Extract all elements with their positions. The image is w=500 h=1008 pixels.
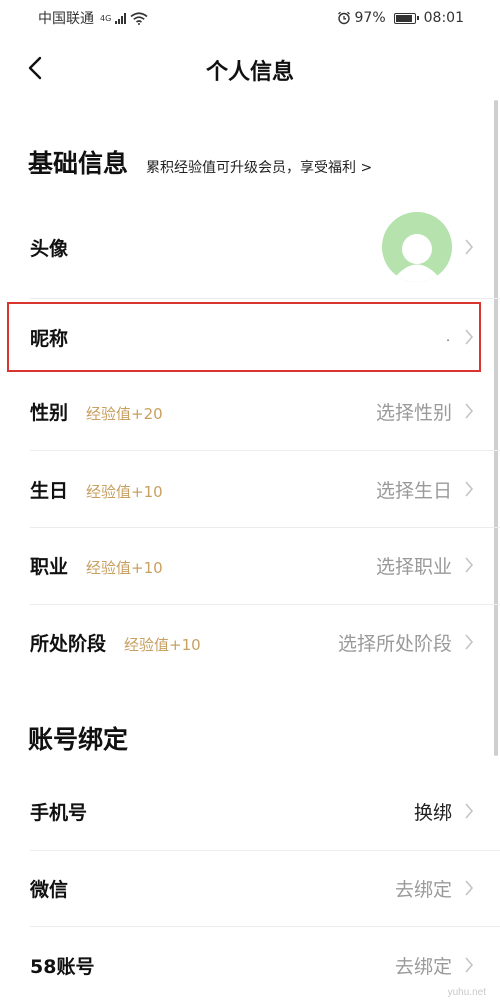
rebind-phone-button[interactable]: 换绑 [414,798,452,825]
account58-row[interactable]: 58账号 去绑定 [0,930,500,1000]
birthday-label: 生日 [30,479,69,502]
chevron-right-icon [465,557,474,573]
divider [30,527,500,528]
nickname-row[interactable]: 昵称 . [0,304,500,370]
wechat-label: 微信 [30,878,69,901]
gender-label: 性别 [30,401,69,424]
account-binding-title: 账号绑定 [28,725,129,754]
battery-percent: 97% [354,10,386,26]
chevron-right-icon [465,329,474,345]
battery-level [395,14,413,22]
wifi-icon [130,11,148,25]
chevron-right-icon [465,880,474,896]
job-label-group: 职业 经验值+10 [30,552,163,579]
gender-row[interactable]: 性别 经验值+20 选择性别 [0,376,500,446]
bind-58-button[interactable]: 去绑定 [395,952,452,979]
job-label: 职业 [30,555,69,578]
basic-info-title: 基础信息 [28,149,129,178]
divider [30,450,500,451]
avatar[interactable] [382,212,452,282]
chevron-right-icon [465,481,474,497]
watermark: yuhu.net [447,987,486,998]
battery-icon [393,12,419,24]
status-bar: 中国联通 4G 97% 08:01 [0,0,500,36]
chevron-right-icon [465,803,474,819]
page-title: 个人信息 [205,60,294,85]
job-value: 选择职业 [375,555,452,578]
divider [30,926,500,927]
divider [30,850,500,851]
wechat-row[interactable]: 微信 去绑定 [0,853,500,923]
status-right: 97% 08:01 [337,10,464,26]
exp-badge: 经验值+20 [86,404,163,423]
nickname-label: 昵称 [30,327,69,350]
account-binding-header: 账号绑定 [28,720,128,756]
bind-wechat-button[interactable]: 去绑定 [395,875,452,902]
signal-icon [115,12,127,24]
upgrade-member-link[interactable]: 累积经验值可升级会员，享受福利 > [146,157,372,177]
exp-badge: 经验值+10 [86,482,163,501]
nickname-value: . [446,330,450,344]
chevron-right-icon [465,957,474,973]
birthday-value: 选择生日 [375,479,452,502]
birthday-label-group: 生日 经验值+10 [30,476,163,503]
stage-label: 所处阶段 [30,632,107,655]
network-type: 4G [100,13,112,23]
chevron-right-icon [465,239,474,255]
phone-row[interactable]: 手机号 换绑 [0,776,500,846]
stage-label-group: 所处阶段 经验值+10 [30,629,201,656]
avatar-label: 头像 [30,237,69,260]
account58-label: 58账号 [30,955,95,978]
carrier-name: 中国联通 [38,11,94,27]
clock: 08:01 [423,10,464,26]
divider [30,298,500,299]
birthday-row[interactable]: 生日 经验值+10 选择生日 [0,454,500,524]
avatar-row[interactable]: 头像 [0,212,500,282]
basic-info-header: 基础信息 累积经验值可升级会员，享受福利 > [28,144,372,180]
default-avatar-icon [382,212,452,282]
chevron-right-icon [465,634,474,650]
stage-value: 选择所处阶段 [337,632,452,655]
stage-row[interactable]: 所处阶段 经验值+10 选择所处阶段 [0,607,500,677]
nav-bar: 个人信息 [0,40,500,96]
alarm-icon [337,11,350,25]
gender-value: 选择性别 [375,401,452,424]
gender-label-group: 性别 经验值+20 [30,398,163,425]
exp-badge: 经验值+10 [86,558,163,577]
status-left: 中国联通 4G [38,8,148,28]
divider [30,604,500,605]
phone-label: 手机号 [30,801,88,824]
exp-badge: 经验值+10 [124,635,201,654]
chevron-right-icon [465,403,474,419]
job-row[interactable]: 职业 经验值+10 选择职业 [0,530,500,600]
